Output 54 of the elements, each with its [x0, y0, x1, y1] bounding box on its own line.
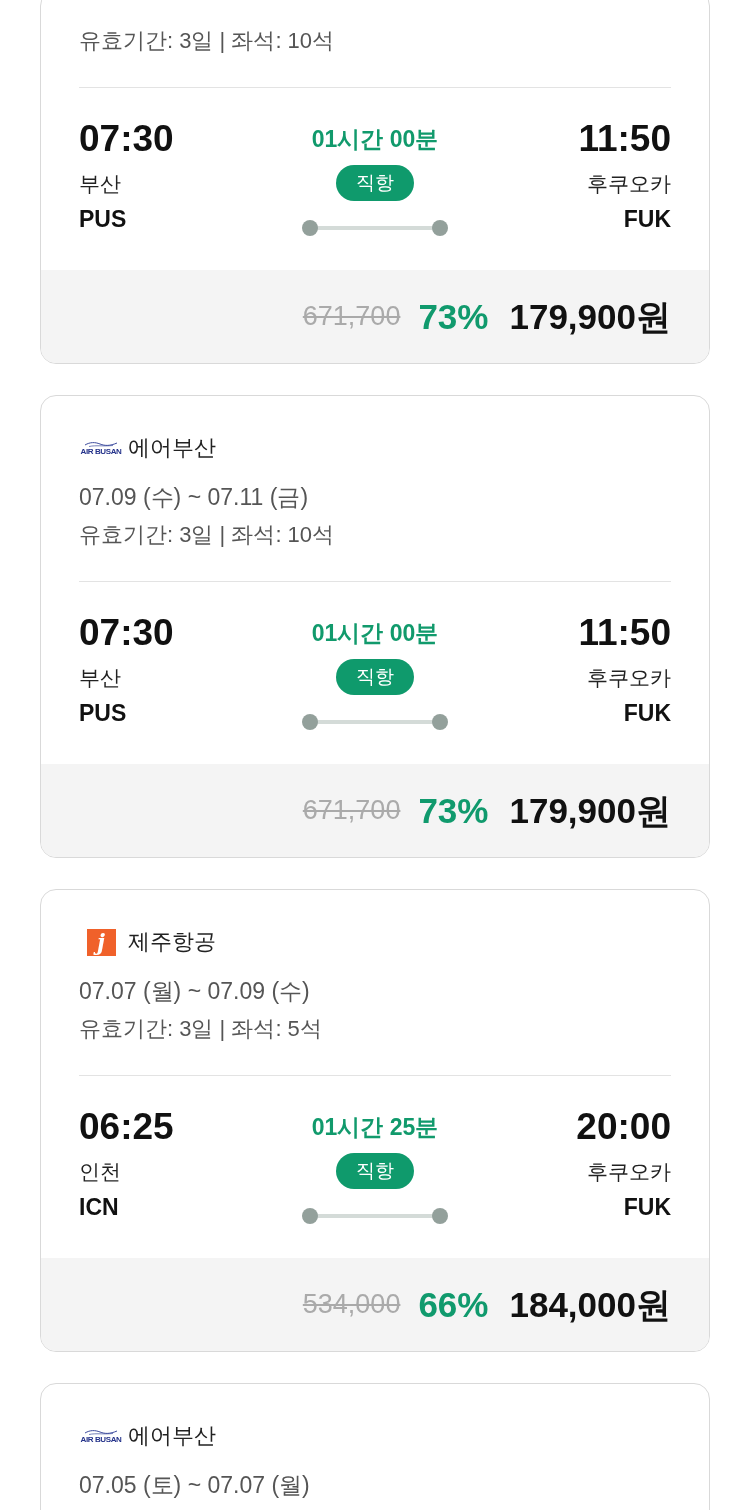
sale-price: 179,900원 [509, 793, 671, 828]
arrival-time: 20:00 [576, 1106, 671, 1146]
departure-city: 부산 [79, 171, 121, 198]
arrival-city: 후쿠오카 [587, 171, 671, 198]
departure-code: PUS [79, 205, 127, 233]
arrival-code: FUK [623, 699, 671, 727]
departure-time: 07:30 [79, 118, 174, 158]
airline-name: 에어부산 [128, 437, 216, 459]
arrival-city: 후쿠오카 [587, 1159, 671, 1186]
flight-duration: 01시간 00분 [311, 618, 439, 648]
departure-code: ICN [79, 1193, 119, 1221]
departure-time: 07:30 [79, 612, 174, 652]
route-type-tag: 직항 [336, 659, 414, 695]
travel-dates: 07.07 (월) ~ 07.09 (수) [79, 979, 310, 1003]
flight-path-icon [302, 1208, 448, 1224]
route-type-tag: 직항 [336, 165, 414, 201]
sale-price: 179,900원 [509, 299, 671, 334]
flight-duration: 01시간 25분 [311, 1112, 439, 1142]
validity-seats: 유효기간: 3일 | 좌석: 10석 [79, 524, 335, 546]
flight-card[interactable]: j 제주항공 07.07 (월) ~ 07.09 (수) 유효기간: 3일 | 좌석: 5석 06:25 인천 ICN 01시간 25분 직항 20:00 후쿠오카 FUK 534,000 66% 184,000원 [40, 889, 710, 1352]
departure-code: PUS [79, 699, 127, 727]
arrival-code: FUK [623, 205, 671, 233]
travel-dates: 07.09 (수) ~ 07.11 (금) [79, 485, 309, 509]
validity-seats: 유효기간: 3일 | 좌석: 10석 [79, 30, 335, 52]
departure-city: 부산 [79, 665, 121, 692]
wave-icon [84, 1428, 118, 1435]
flight-path-icon [302, 220, 448, 236]
discount-rate: 73% [418, 793, 489, 828]
logo-text: AIR BUSAN [80, 1435, 122, 1444]
flight-card[interactable]: 유효기간: 3일 | 좌석: 10석 07:30 부산 PUS 01시간 00분 직항 11:50 후쿠오카 FUK 671,700 73% 179,900원 [40, 0, 710, 364]
original-price: 534,000 [302, 1291, 401, 1318]
original-price: 671,700 [302, 797, 401, 824]
arrival-time: 11:50 [578, 118, 671, 158]
arrival-time: 11:50 [578, 612, 671, 652]
flight-duration: 01시간 00분 [311, 124, 439, 154]
travel-dates: 07.05 (토) ~ 07.07 (월) [79, 1473, 310, 1497]
route-type-tag: 직항 [336, 1153, 414, 1189]
airline-name: 제주항공 [128, 931, 216, 953]
departure-city: 인천 [79, 1159, 121, 1186]
original-price: 671,700 [302, 303, 401, 330]
logo-text: AIR BUSAN [80, 447, 122, 456]
discount-rate: 66% [418, 1287, 489, 1322]
departure-time: 06:25 [79, 1106, 174, 1146]
validity-seats: 유효기간: 3일 | 좌석: 5석 [79, 1018, 322, 1040]
arrival-city: 후쿠오카 [587, 665, 671, 692]
flight-card[interactable]: AIR BUSAN 에어부산 07.09 (수) ~ 07.11 (금) 유효기간: 3일 | 좌석: 10석 07:30 부산 PUS 01시간 00분 직항 11:50 후쿠오카 FUK 671,700 73% 179,900원 [40, 395, 710, 858]
flight-path-icon [302, 714, 448, 730]
arrival-code: FUK [623, 1193, 671, 1221]
airline-name: 에어부산 [128, 1425, 216, 1447]
wave-icon [84, 440, 118, 447]
discount-rate: 73% [418, 299, 489, 334]
sale-price: 184,000원 [509, 1287, 671, 1322]
flight-card[interactable]: AIR BUSAN 에어부산 07.05 (토) ~ 07.07 (월) [40, 1383, 710, 1510]
airline-logo: j [86, 928, 116, 956]
